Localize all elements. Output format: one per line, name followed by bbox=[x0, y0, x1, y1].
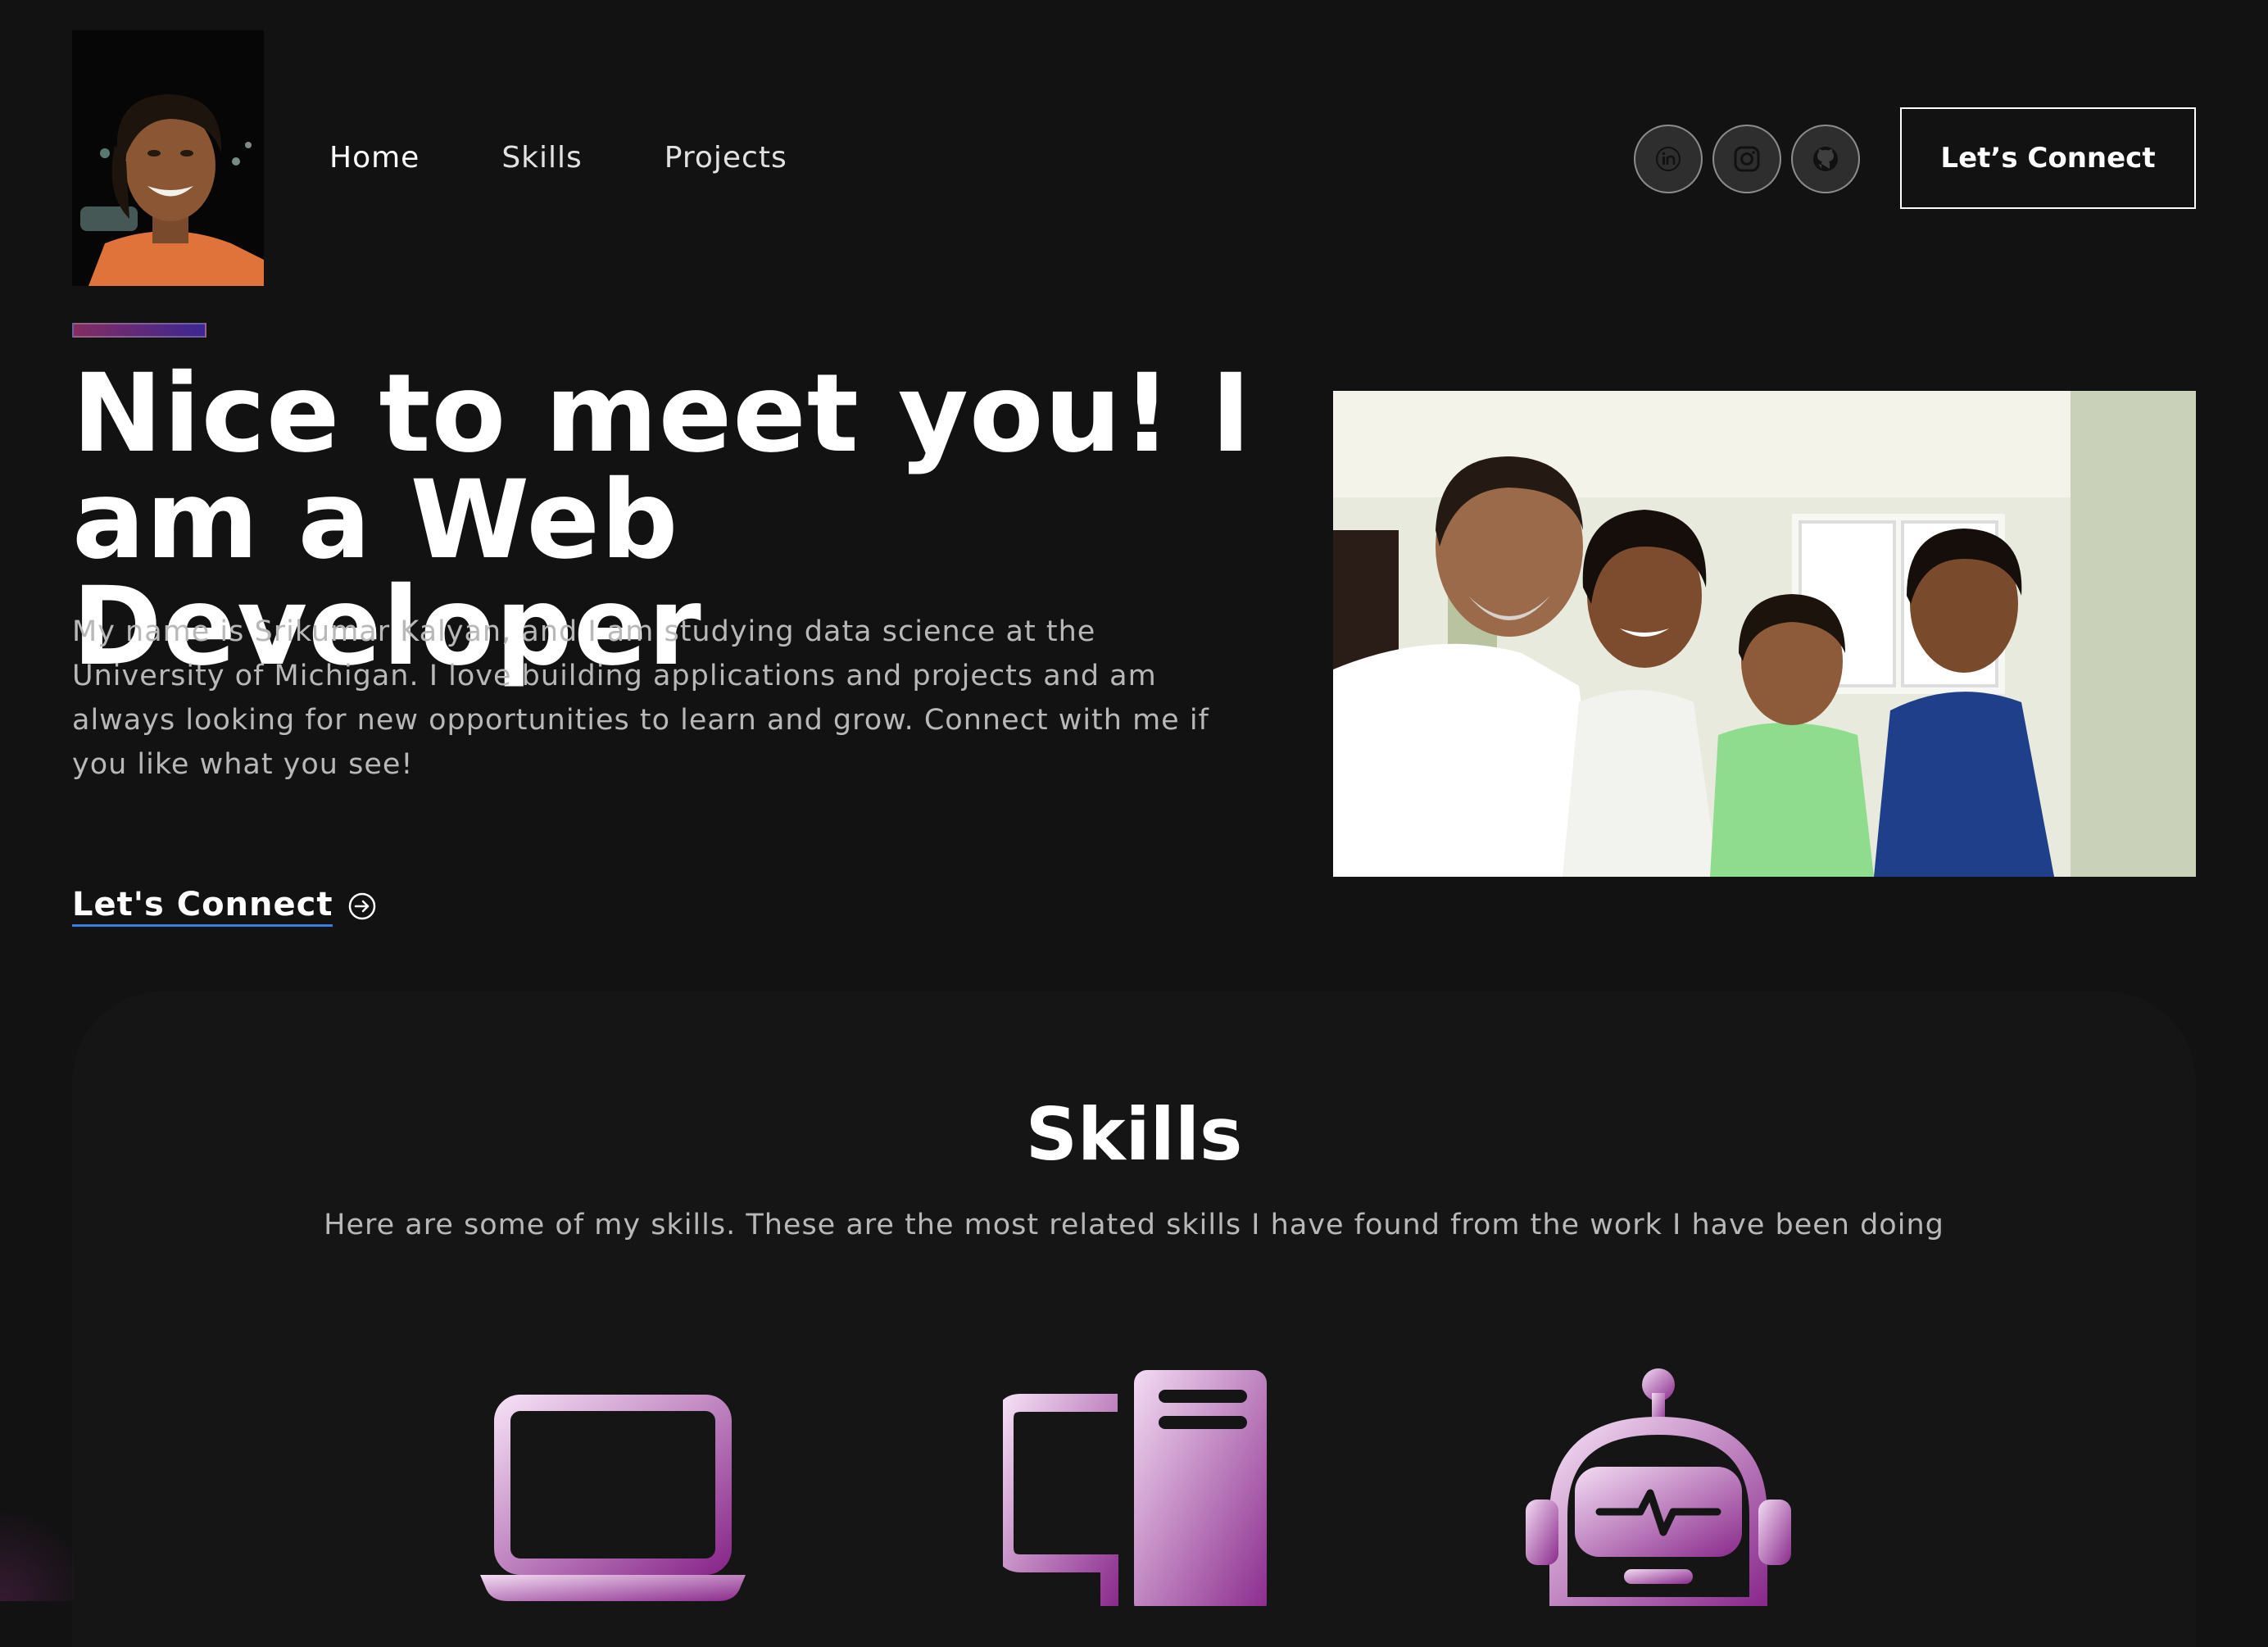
desktop-computer-icon bbox=[1003, 1370, 1267, 1606]
skills-description: Here are some of my skills. These are th… bbox=[324, 1209, 1944, 1241]
github-icon bbox=[1813, 147, 1838, 171]
lets-connect-button[interactable]: Let’s Connect bbox=[1900, 107, 2196, 209]
social-links bbox=[1634, 125, 1870, 193]
laptop-icon bbox=[480, 1395, 746, 1601]
robot-icon bbox=[1526, 1368, 1791, 1606]
corner-glow bbox=[0, 1491, 74, 1601]
profile-avatar[interactable] bbox=[72, 30, 264, 286]
nav-skills[interactable]: Skills bbox=[501, 138, 582, 179]
github-link[interactable] bbox=[1791, 125, 1860, 193]
family-photo-image bbox=[1333, 391, 2196, 877]
main-nav: Home Skills Projects bbox=[329, 138, 869, 179]
skills-title: Skills bbox=[1025, 1092, 1243, 1177]
hero-description: My name is Srikumar Kalyan, and I am stu… bbox=[72, 615, 1209, 781]
site-header: Home Skills Projects Let’s Connect bbox=[0, 0, 2268, 320]
nav-projects[interactable]: Projects bbox=[665, 138, 787, 179]
nav-home[interactable]: Home bbox=[329, 138, 420, 179]
family-photo bbox=[1333, 391, 2196, 877]
arrow-right-circle-icon bbox=[349, 892, 376, 919]
instagram-link[interactable] bbox=[1712, 125, 1781, 193]
linkedin-icon bbox=[1656, 147, 1681, 171]
avatar-photo bbox=[72, 30, 264, 286]
tagline-bar bbox=[72, 323, 206, 338]
hero-connect-label: Let's Connect bbox=[72, 885, 333, 927]
hero-connect-link[interactable]: Let's Connect bbox=[72, 885, 377, 927]
linkedin-link[interactable] bbox=[1634, 125, 1703, 193]
instagram-icon bbox=[1734, 146, 1760, 172]
